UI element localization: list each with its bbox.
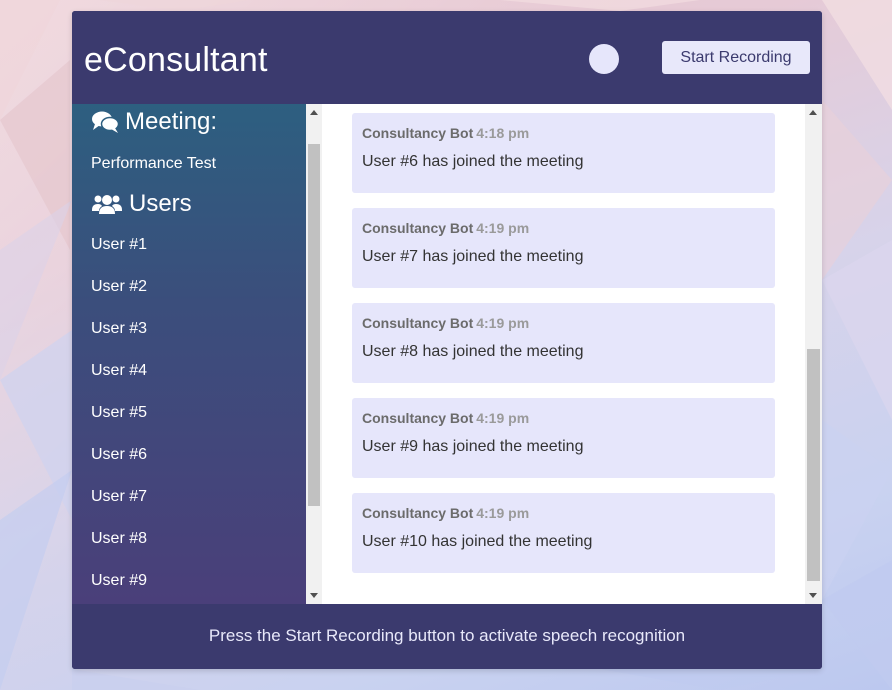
chat-message: Consultancy Bot 4:19 pm User #8 has joine… bbox=[352, 303, 775, 383]
meeting-name: Performance Test bbox=[91, 155, 217, 172]
user-list-item[interactable]: User #1 bbox=[72, 230, 306, 272]
message-time: 4:18 pm bbox=[476, 125, 530, 141]
user-list-item[interactable]: User #9 bbox=[72, 566, 306, 604]
message-sender: Consultancy Bot bbox=[362, 315, 474, 331]
meeting-heading-label: Meeting: bbox=[125, 108, 218, 135]
sidebar-scroll-thumb[interactable] bbox=[308, 144, 320, 506]
user-list-item[interactable]: User #3 bbox=[72, 314, 306, 356]
users-heading-label: Users bbox=[129, 190, 192, 217]
user-list-item[interactable]: User #2 bbox=[72, 272, 306, 314]
scroll-down-arrow-icon[interactable] bbox=[310, 593, 318, 598]
user-list-item[interactable]: User #6 bbox=[72, 440, 306, 482]
chat-panel: Consultancy Bot 4:18 pm User #6 has joine… bbox=[322, 104, 805, 604]
scroll-down-arrow-icon[interactable] bbox=[809, 593, 817, 598]
message-meta: Consultancy Bot 4:19 pm bbox=[362, 410, 529, 426]
users-heading: Users bbox=[91, 190, 192, 218]
message-sender: Consultancy Bot bbox=[362, 410, 474, 426]
message-sender: Consultancy Bot bbox=[362, 125, 474, 141]
message-text: User #9 has joined the meeting bbox=[362, 438, 584, 455]
chat-message: Consultancy Bot 4:19 pm User #9 has joine… bbox=[352, 398, 775, 478]
chat-message: Consultancy Bot 4:18 pm User #6 has joine… bbox=[352, 113, 775, 193]
chat-message: Consultancy Bot 4:19 pm User #10 has join… bbox=[352, 493, 775, 573]
message-time: 4:19 pm bbox=[476, 220, 530, 236]
user-list-item[interactable]: User #5 bbox=[72, 398, 306, 440]
users-icon bbox=[91, 193, 123, 215]
scroll-up-arrow-icon[interactable] bbox=[809, 110, 817, 115]
recording-indicator bbox=[589, 44, 619, 74]
message-time: 4:19 pm bbox=[476, 410, 530, 426]
message-sender: Consultancy Bot bbox=[362, 505, 474, 521]
user-list-item[interactable]: User #8 bbox=[72, 524, 306, 566]
message-meta: Consultancy Bot 4:19 pm bbox=[362, 220, 529, 236]
sidebar: Meeting: Performance Test Users User #1 … bbox=[72, 104, 306, 604]
chat-message: Consultancy Bot 4:19 pm User #7 has joine… bbox=[352, 208, 775, 288]
sidebar-scrollbar[interactable] bbox=[306, 104, 322, 604]
status-footer: Press the Start Recording button to acti… bbox=[72, 604, 822, 669]
message-text: User #8 has joined the meeting bbox=[362, 343, 584, 360]
chat-scroll-thumb[interactable] bbox=[807, 349, 820, 581]
scroll-up-arrow-icon[interactable] bbox=[310, 110, 318, 115]
message-meta: Consultancy Bot 4:19 pm bbox=[362, 505, 529, 521]
message-meta: Consultancy Bot 4:18 pm bbox=[362, 125, 529, 141]
message-time: 4:19 pm bbox=[476, 505, 530, 521]
user-list-item[interactable]: User #4 bbox=[72, 356, 306, 398]
user-list: User #1 User #2 User #3 User #4 User #5 … bbox=[72, 230, 306, 604]
message-text: User #10 has joined the meeting bbox=[362, 533, 593, 550]
message-time: 4:19 pm bbox=[476, 315, 530, 331]
meeting-heading: Meeting: bbox=[91, 108, 217, 136]
message-text: User #7 has joined the meeting bbox=[362, 248, 584, 265]
start-recording-button[interactable]: Start Recording bbox=[662, 41, 810, 74]
app-title: eConsultant bbox=[84, 41, 268, 79]
user-list-item[interactable]: User #7 bbox=[72, 482, 306, 524]
message-meta: Consultancy Bot 4:19 pm bbox=[362, 315, 529, 331]
header: eConsultant Start Recording bbox=[72, 11, 822, 104]
message-sender: Consultancy Bot bbox=[362, 220, 474, 236]
message-text: User #6 has joined the meeting bbox=[362, 153, 584, 170]
chat-scrollbar[interactable] bbox=[805, 104, 822, 604]
app-window: eConsultant Start Recording Meeting: Per… bbox=[72, 11, 822, 669]
comments-icon bbox=[91, 110, 119, 134]
